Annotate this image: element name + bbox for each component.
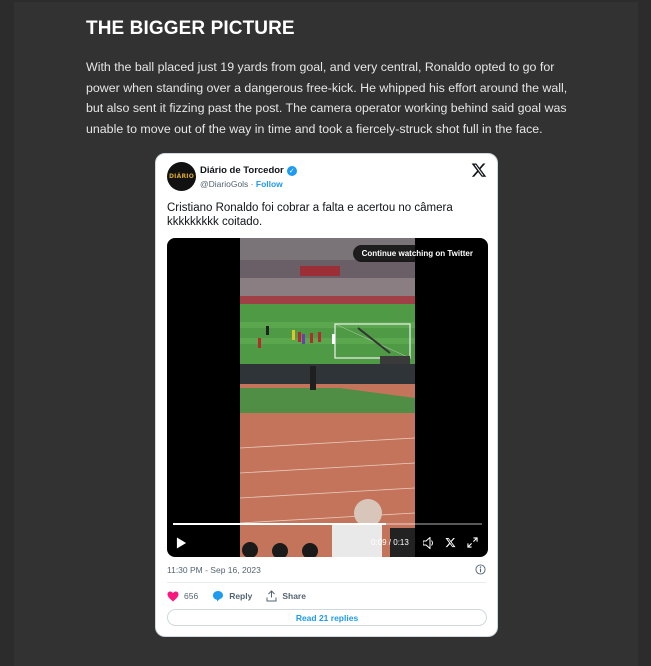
author-name[interactable]: Diário de Torcedor [200,165,284,176]
share-icon [266,590,277,602]
author-name-row[interactable]: Diário de Torcedor ✓ [200,165,297,176]
avatar[interactable]: DIÁRIO [167,162,196,191]
tweet-actions: 656 Reply Share [167,590,320,602]
embedded-tweet[interactable]: DIÁRIO Diário de Torcedor ✓ @DiarioGols … [155,153,498,637]
follow-link[interactable]: Follow [256,179,283,189]
tweet-timestamp[interactable]: 11:30 PM - Sep 16, 2023 [167,565,261,575]
handle-row: @DiarioGols · Follow [200,179,283,189]
section-heading: THE BIGGER PICTURE [86,18,295,39]
play-icon[interactable] [176,537,187,549]
heart-icon [167,591,179,601]
verified-badge-icon: ✓ [286,165,297,176]
article-paragraph: With the ball placed just 19 yards from … [86,60,568,136]
read-replies-button[interactable]: Read 21 replies [167,609,487,626]
expand-icon[interactable] [467,537,478,548]
handle-separator: · [248,179,256,189]
share-button[interactable]: Share [266,590,306,602]
reply-label: Reply [229,591,253,601]
video-time: 0:09 / 0:13 [371,538,409,547]
volume-icon[interactable] [423,537,435,549]
video-progress-bar[interactable] [173,523,482,525]
info-icon[interactable] [475,564,486,575]
continue-watching-button[interactable]: Continue watching on Twitter [352,245,482,262]
author-handle[interactable]: @DiarioGols [200,179,248,189]
reply-button[interactable]: Reply [212,590,252,602]
like-button[interactable]: 656 [167,591,198,602]
like-count: 656 [184,591,199,601]
tweet-text: Cristiano Ronaldo foi cobrar a falta e a… [167,202,453,228]
divider [167,582,486,583]
video-frame[interactable] [240,238,415,557]
x-small-icon[interactable] [445,537,456,548]
video-still-image [240,238,415,557]
share-label: Share [282,591,306,601]
video-player[interactable]: Continue watching on Twitter 0:09 / 0:13 [167,238,488,557]
page-background: THE BIGGER PICTURE With the ball placed … [0,0,651,666]
x-logo-icon[interactable] [471,162,487,178]
reply-icon [213,591,224,602]
avatar-text: DIÁRIO [168,173,194,180]
video-progress-fill [173,523,387,525]
